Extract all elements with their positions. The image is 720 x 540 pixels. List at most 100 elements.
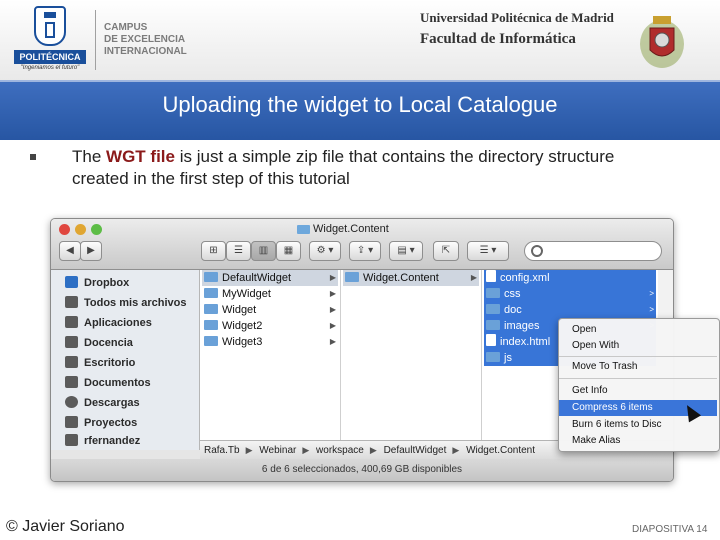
list-item[interactable]: Widget2 ▶	[202, 318, 338, 334]
arrange-button[interactable]: ▤ ▾	[389, 241, 423, 261]
search-icon	[531, 245, 543, 257]
path-segment[interactable]: workspace	[316, 445, 364, 456]
menu-item-get-info[interactable]: Get Info	[559, 383, 717, 399]
sidebar-item-label: Escritorio	[84, 357, 136, 369]
bullet-marker-icon	[30, 154, 36, 160]
close-window-button[interactable]	[59, 224, 70, 235]
folder-icon	[204, 288, 218, 298]
slide-number: DIAPOSITIVA 14	[632, 524, 708, 535]
list-item[interactable]: css >	[484, 286, 656, 302]
all-files-icon	[65, 296, 78, 308]
bullet-text: The WGT file is just a simple zip file t…	[72, 146, 672, 190]
chevron-right-icon: ▶	[470, 273, 477, 282]
documents-icon	[65, 376, 78, 388]
sidebar-item-label: Aplicaciones	[84, 317, 152, 329]
action-gear-button[interactable]: ⚙ ▾	[309, 241, 341, 261]
folder-icon	[204, 336, 218, 346]
desktop-icon	[65, 356, 78, 368]
footer-author: © Javier Soriano	[6, 518, 125, 535]
sidebar-item-applications[interactable]: Aplicaciones	[65, 314, 197, 332]
window-title: Widget.Content	[313, 223, 389, 235]
faculty-name: Facultad de Informática	[420, 31, 576, 47]
folder-icon	[297, 225, 310, 234]
status-bar: 6 de 6 seleccionados, 400,69 GB disponib…	[51, 459, 673, 481]
list-item[interactable]: Widget3 ▶	[202, 334, 338, 350]
sidebar-item-label: Docencia	[84, 337, 133, 349]
upm-logo-slogan: "Ingeniamos el futuro"	[20, 65, 80, 71]
chevron-right-icon: >	[649, 289, 654, 298]
list-item[interactable]: MyWidget ▶	[202, 286, 338, 302]
sidebar-item-docencia[interactable]: Docencia	[65, 334, 197, 352]
sidebar-item-escritorio[interactable]: Escritorio	[65, 354, 197, 372]
sidebar-item-label: Todos mis archivos	[84, 297, 187, 309]
sidebar-item-dropbox[interactable]: Dropbox	[65, 274, 197, 292]
upm-logo-name: POLITÉCNICA	[14, 50, 86, 64]
menu-item-open-with[interactable]: Open With	[559, 338, 717, 354]
chevron-right-icon: ▶	[329, 337, 336, 346]
quick-look-button[interactable]: ⇱	[433, 241, 459, 261]
sidebar-item-documentos[interactable]: Documentos	[65, 374, 197, 392]
chevron-right-icon: ▶	[329, 289, 336, 298]
sidebar-item-home[interactable]: rfernandez	[65, 432, 197, 450]
forward-button[interactable]: ▶	[80, 241, 102, 261]
chevron-right-icon: ▶	[329, 321, 336, 330]
file-icon	[486, 270, 496, 282]
share-button[interactable]: ⇪ ▾	[349, 241, 381, 261]
context-menu: Open Open With Move To Trash Get Info Co…	[558, 318, 720, 452]
path-segment[interactable]: DefaultWidget	[384, 445, 447, 456]
home-icon	[65, 434, 78, 446]
sidebar-item-proyectos[interactable]: Proyectos	[65, 414, 197, 432]
search-input[interactable]	[524, 241, 662, 261]
path-button[interactable]: ☰ ▾	[467, 241, 509, 261]
zoom-window-button[interactable]	[91, 224, 102, 235]
folder-icon	[204, 272, 218, 282]
slide-title: Uploading the widget to Local Catalogue	[162, 92, 558, 117]
column-view-button[interactable]: ▥	[251, 241, 276, 261]
back-button[interactable]: ◀	[59, 241, 81, 261]
header-divider	[95, 10, 96, 70]
minimize-window-button[interactable]	[75, 224, 86, 235]
chevron-right-icon: ▶	[369, 445, 377, 455]
icon-view-button[interactable]: ⊞	[201, 241, 226, 261]
path-segment[interactable]: Rafa.Tb	[204, 445, 240, 456]
downloads-icon	[65, 396, 78, 408]
list-item[interactable]: Widget ▶	[202, 302, 338, 318]
path-segment[interactable]: Widget.Content	[466, 445, 535, 456]
column-1: DefaultWidget ▶ MyWidget ▶ Widget ▶ Widget2…	[200, 270, 341, 450]
folder-icon	[65, 336, 78, 348]
faculty-crest-icon	[640, 16, 684, 68]
column-2: Widget.Content ▶	[341, 270, 482, 450]
sidebar-item-all-files[interactable]: Todos mis archivos	[65, 294, 197, 312]
menu-separator	[559, 356, 717, 357]
list-item[interactable]: Widget.Content ▶	[343, 270, 479, 286]
sidebar-item-descargas[interactable]: Descargas	[65, 394, 197, 412]
finder-titlebar: Widget.Content ◀ ▶ ⊞ ☰ ▥ ▦ ⚙ ▾ ⇪ ▾ ▤ ▾ ⇱…	[51, 219, 673, 270]
list-item[interactable]: DefaultWidget ▶	[202, 270, 338, 286]
campus-line: DE EXCELENCIA	[104, 34, 186, 45]
list-view-button[interactable]: ☰	[226, 241, 251, 261]
path-segment[interactable]: Webinar	[259, 445, 296, 456]
finder-sidebar: Dropbox Todos mis archivos Aplicaciones …	[51, 270, 200, 450]
folder-icon	[65, 416, 78, 428]
chevron-right-icon: >	[649, 305, 654, 314]
folder-icon	[204, 320, 218, 330]
menu-item-move-to-trash[interactable]: Move To Trash	[559, 359, 717, 375]
menu-separator	[559, 378, 717, 379]
list-item[interactable]: doc >	[484, 302, 656, 318]
slide-header: POLITÉCNICA "Ingeniamos el futuro" CAMPU…	[0, 0, 720, 80]
sidebar-item-label: Dropbox	[84, 277, 130, 289]
chevron-right-icon: ▶	[302, 445, 310, 455]
campus-excelencia-text: CAMPUS DE EXCELENCIA INTERNACIONAL	[104, 22, 187, 58]
cover-flow-button[interactable]: ▦	[276, 241, 301, 261]
dropbox-icon	[65, 276, 78, 288]
sidebar-item-label: Descargas	[84, 397, 140, 409]
menu-item-make-alias[interactable]: Make Alias	[559, 433, 717, 449]
chevron-right-icon: ▶	[329, 305, 336, 314]
menu-item-open[interactable]: Open	[559, 322, 717, 338]
folder-icon	[345, 272, 359, 282]
university-name: Universidad Politécnica de Madrid	[420, 10, 614, 25]
bullet-highlight: WGT file	[106, 147, 175, 166]
folder-icon	[204, 304, 218, 314]
folder-icon	[486, 288, 500, 298]
list-item[interactable]: config.xml	[484, 270, 656, 286]
